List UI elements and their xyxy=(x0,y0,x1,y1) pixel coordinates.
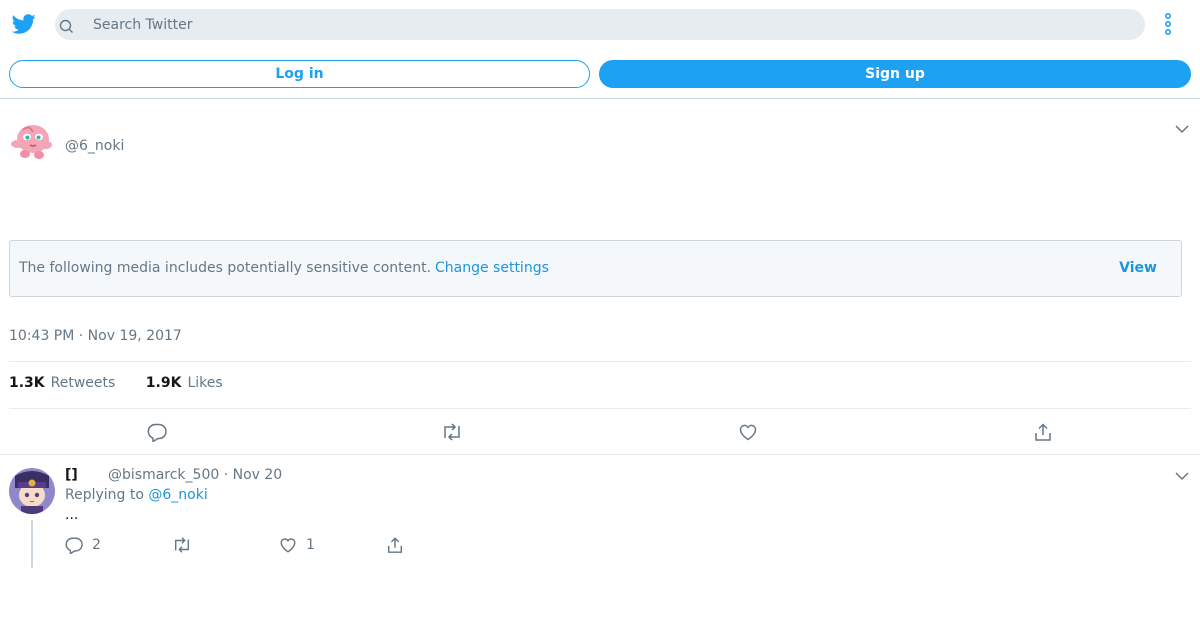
reply-handle-date[interactable]: @bismarck_500 · Nov 20 xyxy=(108,467,282,483)
like-action[interactable]: 1 xyxy=(279,535,315,555)
reply-icon[interactable] xyxy=(146,421,168,443)
chevron-down-icon[interactable] xyxy=(1174,468,1190,484)
search-box[interactable] xyxy=(55,9,1145,40)
divider xyxy=(0,454,1200,455)
likes-stat[interactable]: 1.9K Likes xyxy=(146,375,223,391)
retweets-count: 1.3K xyxy=(9,375,45,391)
likes-label: Likes xyxy=(187,375,223,391)
more-vertical-icon[interactable] xyxy=(1158,12,1178,36)
replying-to-link[interactable]: @6_noki xyxy=(148,487,207,503)
search-icon xyxy=(59,17,75,33)
sensitive-media-notice: The following media includes potentially… xyxy=(9,240,1182,297)
signup-button[interactable]: Sign up xyxy=(599,60,1191,88)
avatar[interactable] xyxy=(9,118,55,164)
sensitive-notice-text: The following media includes potentially… xyxy=(19,260,432,276)
replying-to-prefix: Replying to xyxy=(65,487,144,503)
divider xyxy=(0,98,1200,99)
thread-line xyxy=(31,520,33,568)
reply-count: 2 xyxy=(92,537,101,553)
reply-icon xyxy=(65,537,83,554)
search-input[interactable] xyxy=(93,9,1133,40)
likes-count: 1.9K xyxy=(145,375,182,391)
avatar[interactable] xyxy=(9,468,55,514)
change-settings-link[interactable]: Change settings xyxy=(435,260,549,276)
like-icon xyxy=(280,538,296,553)
reply-display-name[interactable]: [] xyxy=(65,467,78,483)
chevron-down-icon[interactable] xyxy=(1174,121,1190,137)
retweet-icon[interactable] xyxy=(441,421,463,443)
twitter-bird-icon[interactable] xyxy=(11,12,37,36)
reply-text: ... xyxy=(65,507,79,523)
tweet-handle[interactable]: @6_noki xyxy=(65,138,124,154)
share-icon[interactable] xyxy=(1032,421,1054,443)
like-icon[interactable] xyxy=(737,421,759,443)
retweet-action[interactable] xyxy=(172,535,201,555)
view-button[interactable]: View xyxy=(1119,260,1157,276)
retweets-label: Retweets xyxy=(50,375,116,391)
login-button[interactable]: Log in xyxy=(9,60,590,88)
top-bar xyxy=(0,0,1200,48)
tweet-timestamp[interactable]: 10:43 PM · Nov 19, 2017 xyxy=(9,328,182,344)
divider xyxy=(9,361,1191,362)
share-action[interactable] xyxy=(386,535,413,555)
share-icon xyxy=(387,537,403,553)
retweet-icon xyxy=(174,537,190,553)
like-count: 1 xyxy=(306,537,315,553)
replying-to: Replying to @6_noki xyxy=(65,487,208,503)
reply-action[interactable]: 2 xyxy=(65,535,101,555)
divider xyxy=(9,408,1191,409)
tweet-stats: 1.3K Retweets 1.9K Likes xyxy=(9,375,223,391)
retweets-stat[interactable]: 1.3K Retweets xyxy=(9,375,115,391)
